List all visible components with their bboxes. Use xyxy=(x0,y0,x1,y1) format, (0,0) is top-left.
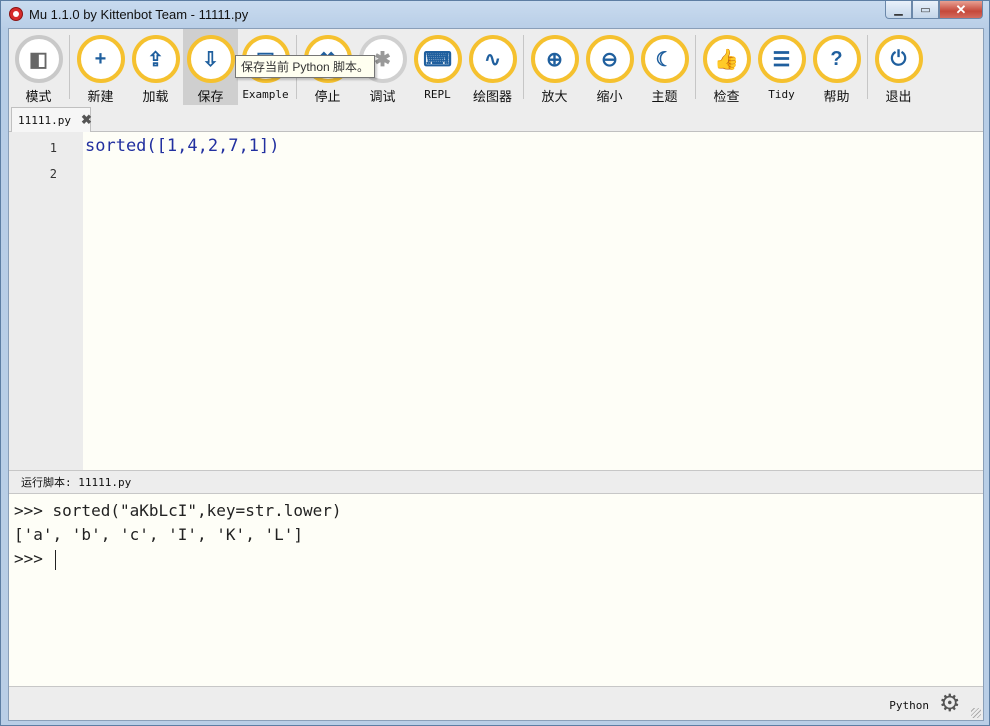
code-editor[interactable]: 1 2 sorted([1,4,2,7,1]) xyxy=(9,132,983,470)
zoom-in-label: 放大 xyxy=(541,89,568,104)
load-button[interactable]: ⇪ 加载 xyxy=(128,29,183,105)
code-line[interactable] xyxy=(85,162,983,188)
tidy-icon: ☰ xyxy=(757,35,806,83)
check-label: 检查 xyxy=(713,89,740,104)
run-status-text: 运行脚本: 11111.py xyxy=(21,476,132,489)
client-area: ◧ 模式 + 新建 ⇪ 加载 ⇩ 保存 ▤ Example ✖ xyxy=(8,28,984,721)
status-bar: Python ⚙ xyxy=(9,686,983,720)
repl-line: >>> sorted("aKbLcI",key=str.lower) xyxy=(14,501,342,520)
tab-bar: 11111.py ✖ xyxy=(9,107,983,132)
gear-icon[interactable]: ⚙ xyxy=(939,692,963,716)
quit-icon: ⏻ xyxy=(874,35,923,83)
toolbar-separator xyxy=(695,35,696,99)
plotter-button[interactable]: ∿ 绘图器 xyxy=(465,29,520,105)
app-logo-icon xyxy=(9,7,23,21)
mode-icon: ◧ xyxy=(14,35,63,83)
tab-close-icon[interactable]: ✖ xyxy=(81,112,92,128)
repl-line: ['a', 'b', 'c', 'I', 'K', 'L'] xyxy=(14,525,303,544)
check-button[interactable]: 👍 检查 xyxy=(699,29,754,105)
load-label: 加载 xyxy=(142,89,169,104)
line-number-gutter: 1 2 xyxy=(9,132,83,470)
theme-label: 主题 xyxy=(651,89,678,104)
save-label: 保存 xyxy=(197,89,224,104)
help-button[interactable]: ? 帮助 xyxy=(809,29,864,105)
line-number: 2 xyxy=(49,167,57,181)
theme-icon: ☾ xyxy=(640,35,689,83)
tab-label: 11111.py xyxy=(18,113,71,127)
code-area[interactable]: sorted([1,4,2,7,1]) xyxy=(83,132,983,470)
close-button[interactable]: ✕ xyxy=(939,1,983,19)
toolbar-separator xyxy=(69,35,70,99)
quit-label: 退出 xyxy=(885,89,912,104)
mode-indicator[interactable]: Python xyxy=(889,699,929,712)
mode-label: 模式 xyxy=(25,89,52,104)
toolbar-separator xyxy=(867,35,868,99)
plotter-label: 绘图器 xyxy=(472,89,512,104)
save-icon: ⇩ xyxy=(186,35,235,83)
resize-grip[interactable] xyxy=(971,708,981,718)
quit-button[interactable]: ⏻ 退出 xyxy=(871,29,926,105)
text-cursor xyxy=(54,549,56,570)
tidy-label: Tidy xyxy=(768,88,795,101)
check-icon: 👍 xyxy=(702,35,751,83)
zoom-out-icon: ⊖ xyxy=(585,35,634,83)
maximize-button[interactable]: ▭ xyxy=(912,1,939,19)
repl-button[interactable]: ⌨ REPL xyxy=(410,29,465,105)
load-icon: ⇪ xyxy=(131,35,180,83)
repl-console[interactable]: >>> sorted("aKbLcI",key=str.lower) ['a',… xyxy=(9,494,983,686)
window-controls: ▁ ▭ ✕ xyxy=(885,1,983,19)
zoom-in-icon: ⊕ xyxy=(530,35,579,83)
toolbar-separator xyxy=(523,35,524,99)
stop-label: 停止 xyxy=(314,89,341,104)
tidy-button[interactable]: ☰ Tidy xyxy=(754,29,809,105)
line-number: 1 xyxy=(49,141,57,155)
debug-label: 调试 xyxy=(369,89,396,104)
repl-prompt: >>> xyxy=(14,549,53,568)
window-title: Mu 1.1.0 by Kittenbot Team - 11111.py xyxy=(29,6,249,22)
theme-button[interactable]: ☾ 主题 xyxy=(637,29,692,105)
help-label: 帮助 xyxy=(823,89,850,104)
example-label: Example xyxy=(242,88,289,101)
help-icon: ? xyxy=(812,35,861,83)
run-status-bar: 运行脚本: 11111.py xyxy=(9,470,983,494)
keyboard-icon: ⌨ xyxy=(413,35,462,83)
minimize-button[interactable]: ▁ xyxy=(885,1,912,19)
zoom-in-button[interactable]: ⊕ 放大 xyxy=(527,29,582,105)
title-bar: Mu 1.1.0 by Kittenbot Team - 11111.py ▁ … xyxy=(1,1,989,27)
zoom-out-button[interactable]: ⊖ 缩小 xyxy=(582,29,637,105)
mode-button[interactable]: ◧ 模式 xyxy=(11,29,66,105)
app-window: Mu 1.1.0 by Kittenbot Team - 11111.py ▁ … xyxy=(0,0,990,726)
new-button[interactable]: + 新建 xyxy=(73,29,128,105)
new-icon: + xyxy=(76,35,125,83)
repl-prompt-line[interactable]: >>> xyxy=(14,548,983,572)
plotter-icon: ∿ xyxy=(468,35,517,83)
code-line[interactable]: sorted([1,4,2,7,1]) xyxy=(85,136,983,162)
toolbar: ◧ 模式 + 新建 ⇪ 加载 ⇩ 保存 ▤ Example ✖ xyxy=(9,29,983,107)
save-tooltip: 保存当前 Python 脚本。 xyxy=(235,55,376,78)
new-label: 新建 xyxy=(87,89,114,104)
save-button[interactable]: ⇩ 保存 xyxy=(183,29,238,105)
repl-label: REPL xyxy=(424,88,451,101)
zoom-out-label: 缩小 xyxy=(596,89,623,104)
tab-11111-py[interactable]: 11111.py ✖ xyxy=(11,107,92,132)
